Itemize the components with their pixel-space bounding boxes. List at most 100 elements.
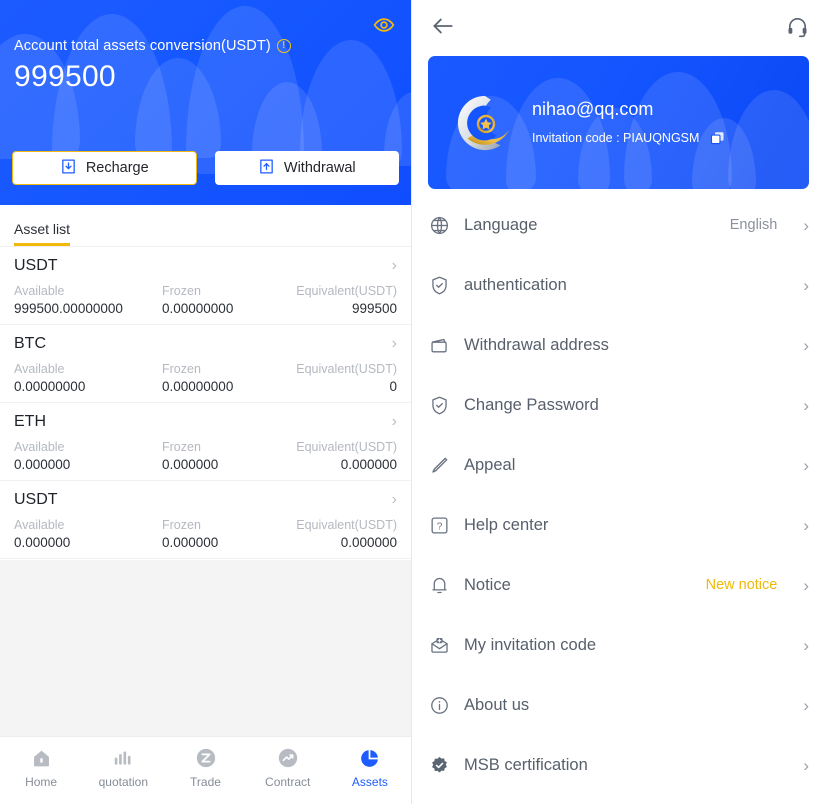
withdrawal-button[interactable]: Withdrawal <box>214 151 399 185</box>
chevron-right-icon: › <box>803 215 809 235</box>
invite-mail-icon <box>428 634 450 656</box>
asset-frozen-value: 0.00000000 <box>162 301 234 316</box>
menu-item-label: authentication <box>464 275 567 294</box>
nav-label: quotation <box>98 775 148 789</box>
menu-item-label: MSB certification <box>464 755 588 774</box>
trade-icon <box>195 746 217 770</box>
menu-item-msb-certification[interactable]: MSB certification › <box>428 735 809 795</box>
menu-item-change-password[interactable]: Change Password › <box>428 375 809 435</box>
column-header-equivalent: Equivalent(USDT) <box>296 284 397 298</box>
asset-available-value: 999500.00000000 <box>14 301 123 316</box>
table-row[interactable]: ETH › Available 0.000000 Frozen 0.000000… <box>0 403 411 481</box>
chevron-right-icon[interactable]: › <box>392 258 397 274</box>
copy-icon[interactable] <box>709 129 726 146</box>
recharge-button[interactable]: Recharge <box>12 151 197 185</box>
column-header-available: Available <box>14 362 65 376</box>
menu-item-withdrawal-address[interactable]: Withdrawal address › <box>428 315 809 375</box>
info-icon <box>428 694 450 716</box>
question-box-icon: ? <box>428 514 450 536</box>
bell-icon <box>428 574 450 596</box>
chevron-right-icon: › <box>803 335 809 355</box>
nav-item-assets[interactable]: Assets <box>329 746 411 789</box>
assets-panel: Account total assets conversion(USDT) ! … <box>0 0 412 804</box>
asset-equivalent-value: 0 <box>389 379 397 394</box>
menu-item-authentication[interactable]: authentication › <box>428 255 809 315</box>
asset-available-value: 0.000000 <box>14 535 71 550</box>
asset-list: USDT › Available 999500.00000000 Frozen … <box>0 247 411 559</box>
avatar <box>454 92 516 154</box>
chevron-right-icon[interactable]: › <box>392 336 397 352</box>
bars-icon <box>113 746 134 770</box>
chevron-right-icon: › <box>803 455 809 475</box>
svg-text:?: ? <box>436 521 442 532</box>
asset-symbol: USDT <box>14 491 58 508</box>
column-header-equivalent: Equivalent(USDT) <box>296 518 397 532</box>
total-assets-label: Account total assets conversion(USDT) ! <box>14 38 291 54</box>
chevron-right-icon[interactable]: › <box>392 414 397 430</box>
asset-equivalent-value: 0.000000 <box>340 457 397 472</box>
profile-card[interactable]: nihao@qq.com Invitation code : PIAUQNGSM <box>428 56 809 189</box>
home-icon <box>31 746 52 770</box>
headset-icon[interactable] <box>786 15 809 38</box>
hero-action-bar: Recharge Withdrawal <box>12 151 399 185</box>
nav-item-trade[interactable]: Trade <box>164 746 246 789</box>
nav-item-quotation[interactable]: quotation <box>82 746 164 789</box>
menu-item-appeal[interactable]: Appeal › <box>428 435 809 495</box>
column-header-available: Available <box>14 518 65 532</box>
chevron-right-icon: › <box>803 635 809 655</box>
asset-row-header: USDT › <box>14 491 397 509</box>
asset-row-header: BTC › <box>14 335 397 353</box>
asset-row-header: ETH › <box>14 413 397 431</box>
spiral-star-logo-icon <box>457 95 510 150</box>
menu-item-help-center[interactable]: ? Help center › <box>428 495 809 555</box>
asset-frozen-value: 0.000000 <box>162 457 219 472</box>
tab-asset-list[interactable]: Asset list <box>14 221 71 246</box>
total-assets-amount: 999500 <box>14 60 116 93</box>
menu-item-about-us[interactable]: About us › <box>428 675 809 735</box>
asset-symbol: BTC <box>14 335 46 352</box>
profile-menu: Language English › authentication › With… <box>412 189 825 804</box>
nav-item-contract[interactable]: Contract <box>247 746 329 789</box>
chevron-right-icon: › <box>803 695 809 715</box>
menu-item-label: Change Password <box>464 395 599 414</box>
column-header-frozen: Frozen <box>162 284 201 298</box>
nav-item-home[interactable]: Home <box>0 746 82 789</box>
asset-row-values: Available 0.000000 Frozen 0.000000 Equiv… <box>14 518 397 550</box>
column-header-available: Available <box>14 284 65 298</box>
info-icon[interactable]: ! <box>276 39 291 53</box>
asset-available-value: 0.000000 <box>14 457 71 472</box>
profile-topbar <box>412 0 825 52</box>
menu-item-notice[interactable]: Notice New notice › <box>428 555 809 615</box>
nav-label: Trade <box>190 775 221 789</box>
globe-icon <box>428 214 450 236</box>
profile-panel: nihao@qq.com Invitation code : PIAUQNGSM <box>412 0 825 804</box>
table-row[interactable]: USDT › Available 999500.00000000 Frozen … <box>0 247 411 325</box>
menu-item-label: Notice <box>464 575 511 594</box>
menu-item-my-invitation-code[interactable]: My invitation code › <box>428 615 809 675</box>
menu-item-label: About us <box>464 695 530 714</box>
profile-text-block: nihao@qq.com Invitation code : PIAUQNGSM <box>532 99 726 146</box>
total-assets-hero: Account total assets conversion(USDT) ! … <box>0 0 411 205</box>
asset-symbol: USDT <box>14 257 58 274</box>
nav-label: Home <box>25 775 58 789</box>
menu-item-label: Appeal <box>464 455 516 474</box>
total-assets-label-text: Account total assets conversion(USDT) <box>14 38 271 54</box>
table-row[interactable]: USDT › Available 0.000000 Frozen 0.00000… <box>0 481 411 559</box>
chevron-right-icon[interactable]: › <box>392 492 397 508</box>
eye-icon[interactable] <box>371 12 397 38</box>
menu-item-language[interactable]: Language English › <box>428 195 809 255</box>
menu-item-label: Help center <box>464 515 549 534</box>
back-arrow-icon[interactable] <box>430 13 456 39</box>
column-header-equivalent: Equivalent(USDT) <box>296 440 397 454</box>
nav-label: Contract <box>265 775 311 789</box>
asset-row-values: Available 0.00000000 Frozen 0.00000000 E… <box>14 362 397 394</box>
asset-equivalent-value: 999500 <box>351 301 397 316</box>
invitation-code-label: Invitation code : PIAUQNGSM <box>532 130 700 145</box>
app-screen: Account total assets conversion(USDT) ! … <box>0 0 825 804</box>
menu-item-label: My invitation code <box>464 635 597 654</box>
asset-row-header: USDT › <box>14 257 397 275</box>
shield-check-icon <box>428 394 450 416</box>
asset-symbol: ETH <box>14 413 46 430</box>
table-row[interactable]: BTC › Available 0.00000000 Frozen 0.0000… <box>0 325 411 403</box>
menu-item-label: Withdrawal address <box>464 335 609 354</box>
